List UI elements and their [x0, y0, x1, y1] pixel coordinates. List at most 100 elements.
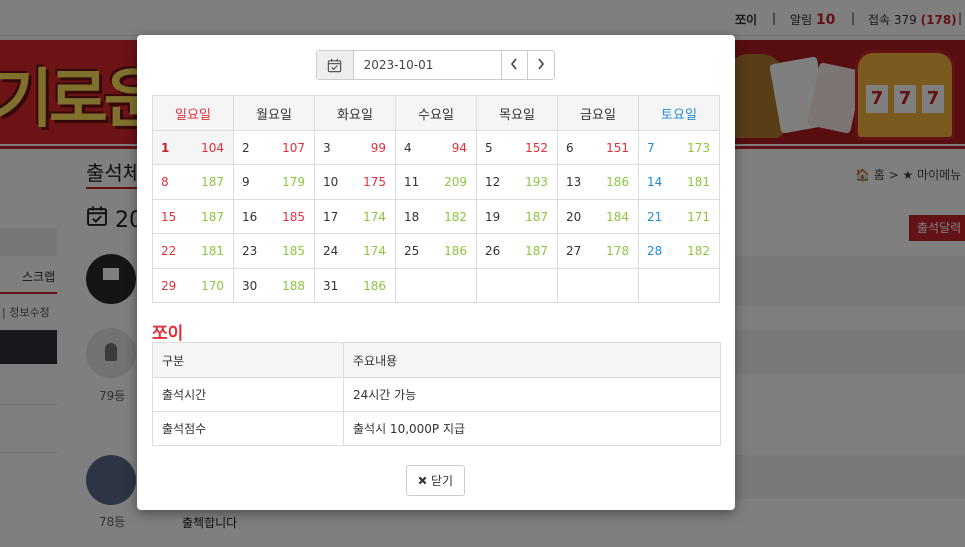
- attendance-calendar: 일요일 월요일 화요일 수요일 목요일 금요일 토요일 1 104 2 107 3 99 4…: [152, 95, 720, 303]
- calendar-day-cell[interactable]: 30 188: [233, 267, 315, 303]
- calendar-week-row: 1 104 2 107 3 99 4 94 5 152 6 151 7 173: [152, 129, 720, 166]
- attendance-count: 181: [687, 175, 710, 190]
- day-number: 14: [647, 175, 663, 190]
- attendance-count: 174: [363, 209, 386, 224]
- attendance-count: 193: [525, 175, 548, 190]
- day-number: 24: [323, 244, 339, 259]
- day-number: 17: [323, 209, 339, 224]
- attendance-count: 171: [687, 209, 710, 224]
- day-number: 28: [647, 244, 663, 259]
- calendar-day-cell[interactable]: 26 187: [476, 233, 558, 269]
- calendar-day-cell[interactable]: 22 181: [152, 233, 234, 269]
- weekday-header: 토요일: [638, 95, 720, 131]
- calendar-day-cell[interactable]: 5 152: [476, 129, 558, 166]
- calendar-day-cell[interactable]: 24 174: [314, 233, 396, 269]
- calendar-day-cell[interactable]: 9 179: [233, 164, 315, 200]
- date-picker: [316, 50, 555, 80]
- day-number: 13: [566, 175, 582, 190]
- day-number: 26: [485, 244, 501, 259]
- calendar-day-cell[interactable]: 1 104: [152, 129, 234, 166]
- calendar-day-cell[interactable]: 15 187: [152, 198, 234, 235]
- day-number: 22: [161, 244, 177, 259]
- attendance-count: 170: [201, 278, 224, 293]
- calendar-day-cell[interactable]: 8 187: [152, 164, 234, 200]
- calendar-empty-cell: [557, 267, 639, 303]
- attendance-count: 99: [370, 141, 386, 155]
- attendance-count: 187: [201, 209, 224, 224]
- day-number: 1: [161, 141, 170, 155]
- day-number: 31: [323, 278, 339, 293]
- calendar-day-cell[interactable]: 11 209: [395, 164, 477, 200]
- attendance-count: 186: [363, 278, 386, 293]
- day-number: 30: [242, 278, 258, 293]
- day-number: 21: [647, 209, 663, 224]
- chevron-right-icon: [537, 58, 545, 73]
- calendar-day-cell[interactable]: 4 94: [395, 129, 477, 166]
- attendance-count: 186: [444, 244, 467, 259]
- calendar-day-cell[interactable]: 7 173: [638, 129, 720, 166]
- info-category: 출석시간: [152, 377, 344, 412]
- calendar-day-cell[interactable]: 13 186: [557, 164, 639, 200]
- info-category: 출석점수: [152, 411, 344, 446]
- attendance-count: 209: [444, 175, 467, 190]
- calendar-day-cell[interactable]: 27 178: [557, 233, 639, 269]
- calendar-week-row: 8 187 9 179 10 175 11 209 12 193 13 186 14 181: [152, 164, 720, 200]
- info-content: 24시간 가능: [343, 377, 721, 412]
- attendance-count: 188: [282, 278, 305, 293]
- calendar-day-cell[interactable]: 25 186: [395, 233, 477, 269]
- date-input[interactable]: [353, 51, 501, 79]
- attendance-count: 184: [606, 209, 629, 224]
- calendar-day-cell[interactable]: 14 181: [638, 164, 720, 200]
- attendance-count: 151: [606, 141, 629, 155]
- calendar-day-cell[interactable]: 6 151: [557, 129, 639, 166]
- attendance-count: 152: [525, 141, 548, 155]
- calendar-check-icon[interactable]: [317, 51, 354, 79]
- day-number: 19: [485, 209, 501, 224]
- day-number: 8: [161, 175, 169, 190]
- day-number: 6: [566, 141, 574, 155]
- calendar-day-cell[interactable]: 20 184: [557, 198, 639, 235]
- day-number: 20: [566, 209, 582, 224]
- calendar-day-cell[interactable]: 16 185: [233, 198, 315, 235]
- calendar-day-cell[interactable]: 28 182: [638, 233, 720, 269]
- calendar-day-cell[interactable]: 17 174: [314, 198, 396, 235]
- day-number: 29: [161, 278, 177, 293]
- calendar-day-cell[interactable]: 3 99: [314, 129, 396, 166]
- times-icon: [418, 474, 427, 488]
- attendance-count: 94: [451, 141, 467, 155]
- prev-month-button[interactable]: [500, 51, 528, 79]
- attendance-count: 182: [444, 209, 467, 224]
- weekday-header-row: 일요일 월요일 화요일 수요일 목요일 금요일 토요일: [152, 95, 720, 131]
- calendar-week-row: 29 170 30 188 31 186: [152, 267, 720, 303]
- calendar-day-cell[interactable]: 2 107: [233, 129, 315, 166]
- calendar-day-cell[interactable]: 23 185: [233, 233, 315, 269]
- attendance-count: 179: [282, 175, 305, 190]
- attendance-count: 182: [687, 244, 710, 259]
- day-number: 5: [485, 141, 493, 155]
- attendance-count: 173: [687, 141, 710, 155]
- user-name: 쪼이: [152, 324, 184, 344]
- calendar-day-cell[interactable]: 12 193: [476, 164, 558, 200]
- attendance-count: 181: [201, 244, 224, 259]
- calendar-day-cell[interactable]: 18 182: [395, 198, 477, 235]
- day-number: 27: [566, 244, 582, 259]
- calendar-day-cell[interactable]: 31 186: [314, 267, 396, 303]
- day-number: 11: [404, 175, 420, 190]
- calendar-week-row: 15 187 16 185 17 174 18 182 19 187 20 184 21 171: [152, 198, 720, 235]
- day-number: 12: [485, 175, 501, 190]
- calendar-empty-cell: [395, 267, 477, 303]
- close-button[interactable]: 닫기: [406, 465, 465, 496]
- attendance-count: 107: [282, 141, 305, 155]
- day-number: 15: [161, 209, 177, 224]
- info-header: 구분: [152, 342, 344, 378]
- next-month-button[interactable]: [527, 51, 554, 79]
- close-label: 닫기: [430, 474, 454, 488]
- calendar-day-cell[interactable]: 21 171: [638, 198, 720, 235]
- day-number: 9: [242, 175, 250, 190]
- calendar-day-cell[interactable]: 19 187: [476, 198, 558, 235]
- info-header-row: 구분 주요내용: [152, 342, 721, 378]
- calendar-day-cell[interactable]: 10 175: [314, 164, 396, 200]
- calendar-day-cell[interactable]: 29 170: [152, 267, 234, 303]
- attendance-info-table: 구분 주요내용 출석시간 24시간 가능 출석점수 출석시 10,000P 지급: [152, 342, 721, 446]
- day-number: 18: [404, 209, 420, 224]
